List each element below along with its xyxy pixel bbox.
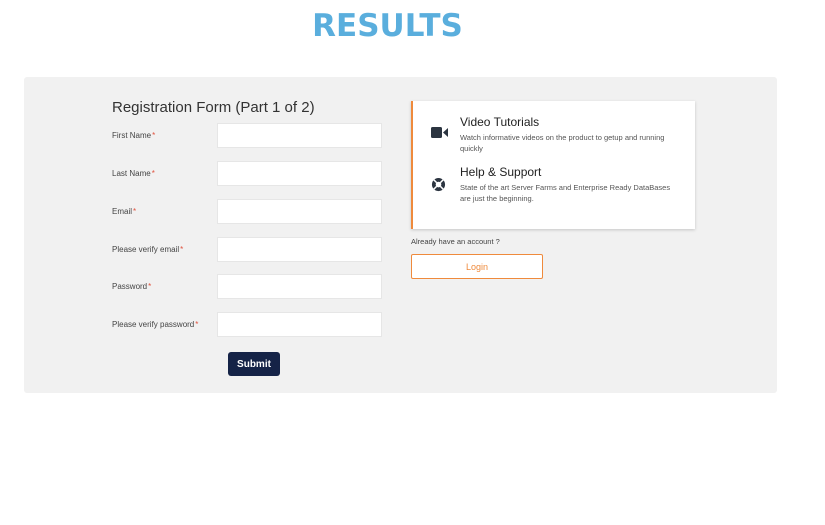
email-input[interactable] <box>217 199 382 224</box>
form-title: Registration Form (Part 1 of 2) <box>112 99 315 116</box>
form-row-email: Email* <box>112 199 384 226</box>
info-title: Video Tutorials <box>460 115 540 129</box>
required-marker: * <box>148 282 152 291</box>
verify-email-input[interactable] <box>217 237 382 262</box>
verify-password-label: Please verify password* <box>112 320 199 329</box>
first-name-label: First Name* <box>112 131 156 140</box>
info-card: Video Tutorials Watch informative videos… <box>411 101 695 229</box>
info-description: Watch informative videos on the product … <box>460 133 665 153</box>
verify-email-label: Please verify email* <box>112 245 184 254</box>
required-marker: * <box>195 320 199 329</box>
page-heading: RESULTS <box>312 8 463 44</box>
video-camera-icon <box>431 126 448 142</box>
form-row-verify-password: Please verify password* <box>112 312 384 339</box>
required-marker: * <box>133 207 137 216</box>
submit-button[interactable]: Submit <box>228 352 280 376</box>
last-name-label: Last Name* <box>112 169 155 178</box>
form-row-password: Password* <box>112 274 384 301</box>
info-title: Help & Support <box>460 165 542 179</box>
registration-panel: Registration Form (Part 1 of 2) First Na… <box>24 77 777 393</box>
email-label: Email* <box>112 207 137 216</box>
form-row-last-name: Last Name* <box>112 161 384 188</box>
info-description: State of the art Server Farms and Enterp… <box>460 183 671 203</box>
form-row-first-name: First Name* <box>112 123 384 150</box>
required-marker: * <box>151 169 155 178</box>
required-marker: * <box>152 131 156 140</box>
last-name-input[interactable] <box>217 161 382 186</box>
account-prompt: Already have an account ? <box>411 237 500 246</box>
login-button[interactable]: Login <box>411 254 543 279</box>
form-row-verify-email: Please verify email* <box>112 237 384 264</box>
lifebuoy-icon <box>431 177 447 193</box>
verify-password-input[interactable] <box>217 312 382 337</box>
required-marker: * <box>180 245 184 254</box>
password-label: Password* <box>112 282 152 291</box>
password-input[interactable] <box>217 274 382 299</box>
first-name-input[interactable] <box>217 123 382 148</box>
